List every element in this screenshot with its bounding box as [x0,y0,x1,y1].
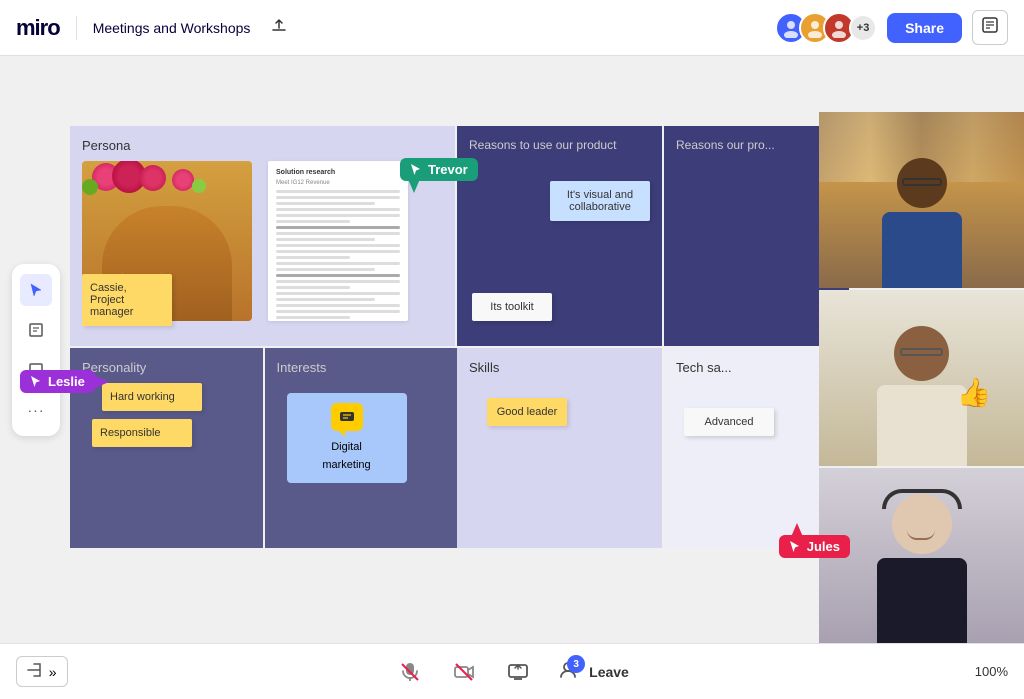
good-leader-sticky: Good leader [487,398,567,426]
avatar-count: +3 [849,14,877,42]
left-toolbar: ··· [12,264,60,436]
canvas[interactable]: ··· Trevor Leslie Jules [0,56,1024,643]
video-tile-1 [819,112,1024,288]
digital-marketing-card: Digital marketing [287,393,407,483]
share-button[interactable]: Share [887,13,962,43]
video-tile-3 [819,468,1024,643]
bottombar: » 3 [0,643,1024,699]
tech-title: Tech sa... [676,360,837,375]
sticky-tool[interactable] [20,314,52,346]
jules-cursor: Jules [779,535,850,558]
skills-section: Skills Good leader [457,348,662,548]
visual-sticky: It's visual and collaborative [550,181,650,221]
share-screen-button[interactable] [503,657,533,687]
hardworking-sticky: Hard working [102,383,202,411]
personality-interests-container: Personality Hard working Responsible Int… [70,348,455,548]
personality-title: Personality [82,360,251,375]
reasons-section: Reasons to use our product It's visual a… [457,126,662,346]
title-divider [76,16,77,40]
interests-section: Interests Digital marketing [265,348,458,548]
reasons2-title: Reasons our pro... [676,138,837,154]
persona-section: Persona [70,126,455,346]
leslie-cursor: Leslie [20,370,95,393]
board-content: Trevor Leslie Jules Persona [70,126,870,548]
notes-button[interactable] [972,10,1008,45]
skills-title: Skills [469,360,650,375]
topbar-right: +3 Share [775,10,1008,45]
board-title: Meetings and Workshops [93,20,251,36]
reasons-title: Reasons to use our product [469,138,650,154]
document-card: Solution research Meet IG12 Revenue [268,161,408,321]
participant-count: 3 [567,655,585,673]
video-panel: 👍 [819,112,1024,643]
expand-button[interactable]: » [16,656,68,687]
video-tile-2: 👍 [819,290,1024,466]
miro-logo: miro [16,15,60,41]
cassie-sticky: Cassie, Project manager [82,274,172,326]
responsible-sticky: Responsible [92,419,192,447]
camera-button[interactable] [449,657,479,687]
zoom-level: 100% [975,664,1008,679]
cursor-tool[interactable] [20,274,52,306]
leave-button[interactable]: 3 Leave [557,659,629,684]
upload-button[interactable] [262,12,296,43]
topbar: miro Meetings and Workshops +3 Share [0,0,1024,56]
mic-button[interactable] [395,657,425,687]
chat-icon [331,403,363,431]
interests-title: Interests [277,360,446,375]
avatar-group: +3 [775,12,877,44]
advanced-sticky: Advanced [684,408,774,436]
persona-grid: Persona [70,126,870,548]
persona-title: Persona [82,138,443,153]
more-tools[interactable]: ··· [20,394,52,426]
trevor-cursor: Trevor [400,158,478,181]
toolkit-sticky: Its toolkit [472,293,552,321]
